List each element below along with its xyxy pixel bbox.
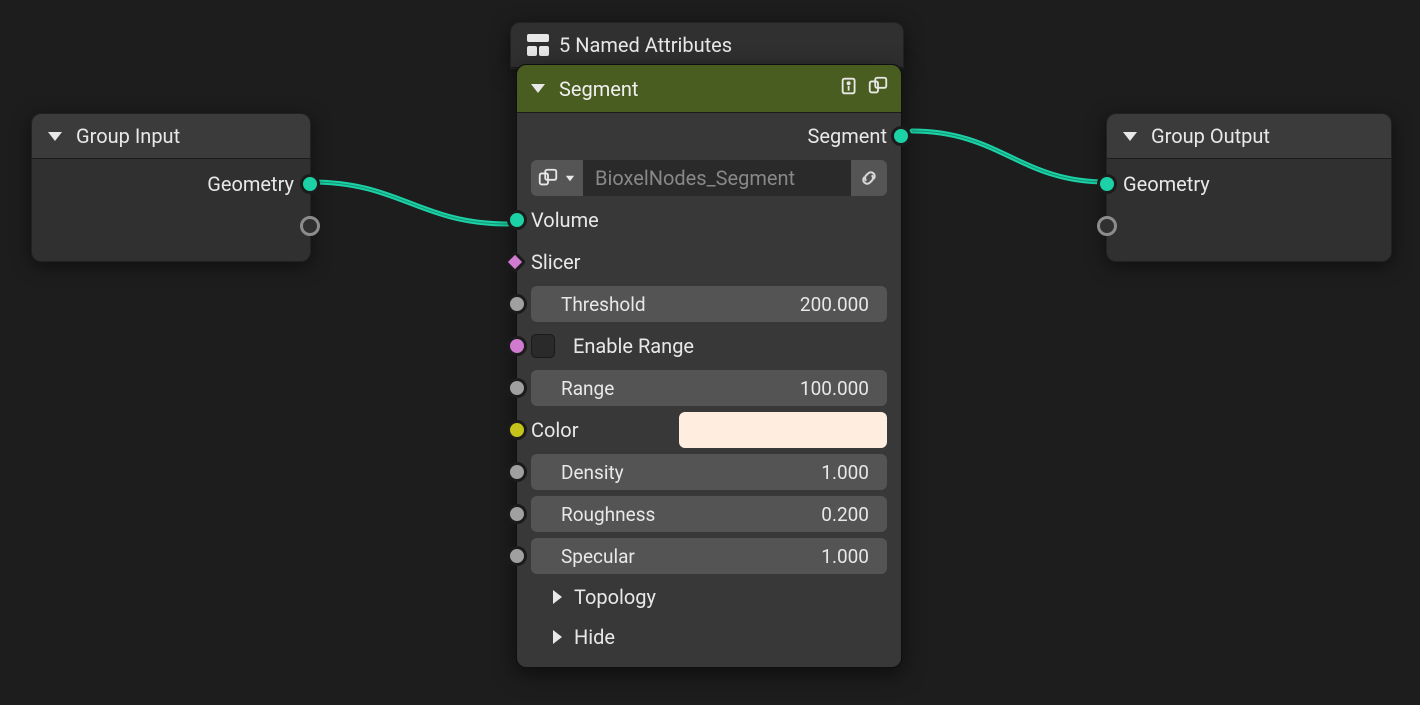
- chevron-right-icon: [553, 630, 562, 644]
- input-row-geometry: Geometry: [1107, 163, 1391, 205]
- nodegroup-name-field[interactable]: BioxelNodes_Segment: [583, 160, 851, 196]
- threshold-field[interactable]: Threshold 200.000: [531, 286, 887, 322]
- nodegroup-browse-button[interactable]: [531, 160, 583, 196]
- enable-range-checkbox[interactable]: [531, 334, 555, 358]
- input-row-enable-range: Enable Range: [517, 325, 901, 367]
- panel-hide[interactable]: Hide: [517, 617, 901, 657]
- nodegroup-icon[interactable]: [867, 75, 889, 102]
- collapse-chevron-icon[interactable]: [48, 132, 62, 141]
- input-row-range: Range 100.000: [517, 367, 901, 409]
- panel-topology[interactable]: Topology: [517, 577, 901, 617]
- roughness-field[interactable]: Roughness 0.200: [531, 496, 887, 532]
- node-header[interactable]: Group Input: [32, 114, 310, 159]
- input-row-volume: Volume: [517, 199, 901, 241]
- node-title: Group Output: [1151, 124, 1270, 148]
- color-field[interactable]: [679, 412, 887, 448]
- socket-output-virtual[interactable]: [300, 216, 320, 236]
- node-group-input[interactable]: Group Input Geometry: [31, 113, 311, 262]
- input-label: Enable Range: [573, 334, 694, 358]
- input-row-slicer: Slicer: [517, 241, 901, 283]
- field-value: 1.000: [821, 461, 869, 484]
- chevron-down-icon: [566, 175, 574, 180]
- collapse-chevron-icon[interactable]: [531, 84, 545, 93]
- input-label: Geometry: [1123, 172, 1210, 196]
- input-row-threshold: Threshold 200.000: [517, 283, 901, 325]
- info-icon[interactable]: [839, 75, 861, 102]
- node-title: Segment: [559, 77, 638, 101]
- output-label: Geometry: [207, 172, 294, 196]
- field-value: 1.000: [821, 545, 869, 568]
- field-label: Threshold: [561, 293, 646, 316]
- range-field[interactable]: Range 100.000: [531, 370, 887, 406]
- input-label: Volume: [531, 208, 599, 232]
- input-row-roughness: Roughness 0.200: [517, 493, 901, 535]
- output-row-segment: Segment: [517, 115, 901, 157]
- field-label: Roughness: [561, 503, 655, 526]
- socket-input-enable-range[interactable]: [507, 336, 527, 356]
- node-segment[interactable]: Segment Segment BioxelNodes_Segment: [516, 64, 902, 668]
- field-value: 0.200: [821, 503, 869, 526]
- socket-input-density[interactable]: [507, 462, 527, 482]
- frame-title: 5 Named Attributes: [559, 33, 732, 57]
- socket-input-threshold[interactable]: [507, 294, 527, 314]
- collapse-chevron-icon[interactable]: [1123, 132, 1137, 141]
- output-row-virtual: [32, 205, 310, 247]
- socket-input-range[interactable]: [507, 378, 527, 398]
- panel-label: Hide: [574, 625, 615, 649]
- named-attributes-frame[interactable]: 5 Named Attributes: [510, 22, 904, 69]
- specular-field[interactable]: Specular 1.000: [531, 538, 887, 574]
- field-value: 100.000: [800, 377, 869, 400]
- input-label: Color: [531, 418, 578, 442]
- node-title: Group Input: [76, 124, 180, 148]
- socket-output-segment[interactable]: [891, 126, 911, 146]
- input-row-virtual: [1107, 205, 1391, 247]
- input-row-color: Color: [517, 409, 901, 451]
- make-single-user-button[interactable]: [851, 160, 887, 196]
- socket-output-geometry[interactable]: [300, 174, 320, 194]
- frame-header[interactable]: 5 Named Attributes: [511, 23, 903, 68]
- field-label: Range: [561, 377, 614, 400]
- output-label: Segment: [808, 124, 887, 148]
- field-value: 200.000: [800, 293, 869, 316]
- input-label: Slicer: [531, 250, 580, 274]
- node-group-output[interactable]: Group Output Geometry: [1106, 113, 1392, 262]
- output-row-geometry: Geometry: [32, 163, 310, 205]
- node-header[interactable]: Group Output: [1107, 114, 1391, 159]
- chevron-right-icon: [553, 590, 562, 604]
- socket-input-color[interactable]: [507, 420, 527, 440]
- spreadsheet-icon: [527, 34, 549, 56]
- input-row-specular: Specular 1.000: [517, 535, 901, 577]
- field-label: Specular: [561, 545, 635, 568]
- nodegroup-selector-row: BioxelNodes_Segment: [517, 157, 901, 199]
- panel-label: Topology: [574, 585, 656, 609]
- nodegroup-name-text: BioxelNodes_Segment: [595, 166, 795, 190]
- socket-input-virtual[interactable]: [1097, 216, 1117, 236]
- input-row-density: Density 1.000: [517, 451, 901, 493]
- socket-input-specular[interactable]: [507, 546, 527, 566]
- node-header[interactable]: Segment: [517, 65, 901, 113]
- density-field[interactable]: Density 1.000: [531, 454, 887, 490]
- socket-input-volume[interactable]: [507, 210, 527, 230]
- socket-input-roughness[interactable]: [507, 504, 527, 524]
- socket-input-geometry[interactable]: [1097, 174, 1117, 194]
- field-label: Density: [561, 461, 624, 484]
- socket-input-slicer[interactable]: [504, 251, 527, 274]
